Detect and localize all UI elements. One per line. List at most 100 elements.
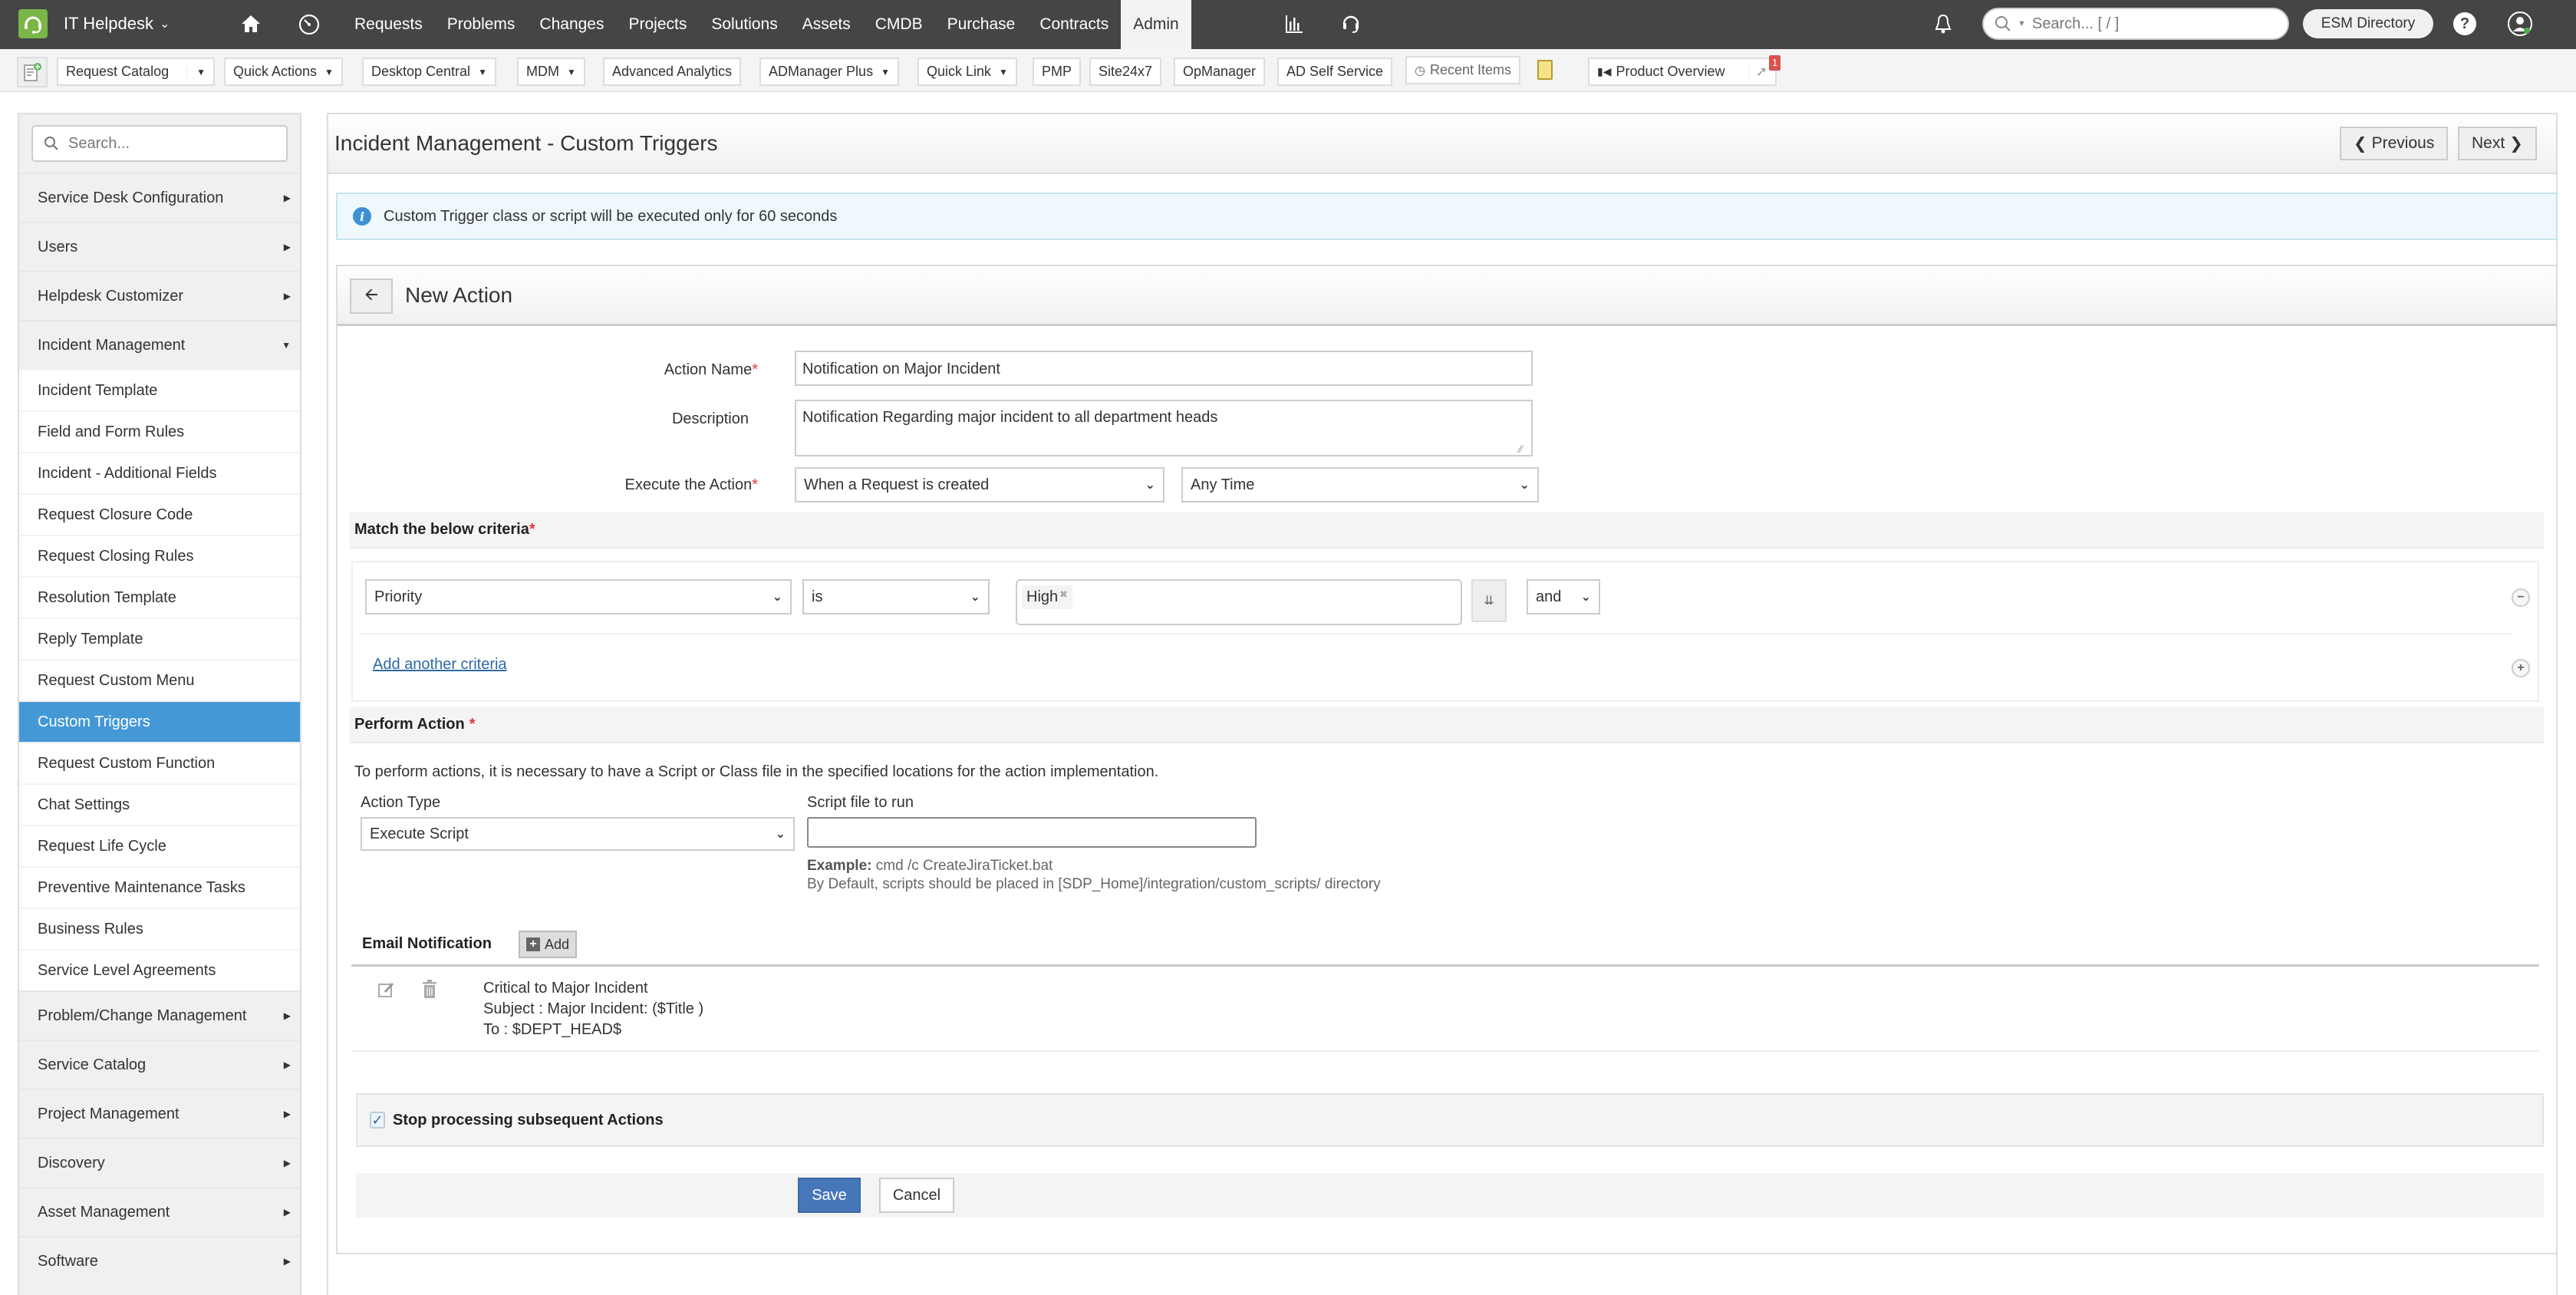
esm-directory-button[interactable]: ESM Directory [2303, 9, 2433, 38]
remove-criteria-minus-icon[interactable]: − [2512, 588, 2530, 607]
rocket-icon[interactable]: ➚ [1748, 64, 1767, 80]
sidebar-item-field-and-form-rules[interactable]: Field and Form Rules [19, 410, 300, 452]
resize-handle-icon[interactable]: ⁄⁄ [1519, 443, 1523, 455]
sidebar-group-users[interactable]: Users ▶ [19, 222, 300, 271]
description-textarea[interactable]: Notification Regarding major incident to… [795, 400, 1533, 456]
new-request-icon[interactable] [17, 57, 48, 87]
notification-subject: Subject : Major Incident: ($Title ) [483, 1000, 704, 1017]
sidebar-item-reply-template[interactable]: Reply Template [19, 618, 300, 659]
criteria-conjunction-select[interactable]: and ⌄ [1527, 579, 1600, 615]
nav-solutions[interactable]: Solutions [699, 0, 789, 49]
quick-link-dropdown[interactable]: Quick Link ▼ [917, 58, 1017, 86]
support-headset-icon[interactable] [1338, 11, 1364, 37]
sidebar-item-request-custom-function[interactable]: Request Custom Function [19, 742, 300, 783]
nav-purchase[interactable]: Purchase [935, 0, 1028, 49]
global-search-input[interactable]: ▼ Search... [ / ] [1982, 8, 2289, 40]
info-banner: i Custom Trigger class or script will be… [336, 193, 2558, 240]
advanced-analytics-link[interactable]: Advanced Analytics [603, 58, 742, 86]
opmanager-link[interactable]: OpManager [1174, 58, 1266, 86]
sidebar-group-software[interactable]: Software ▶ [19, 1236, 300, 1285]
cancel-button[interactable]: Cancel [879, 1178, 954, 1213]
save-button[interactable]: Save [798, 1178, 861, 1213]
sidebar-item-request-closure-code[interactable]: Request Closure Code [19, 493, 300, 535]
reports-chart-icon[interactable] [1281, 11, 1307, 37]
dashboard-gauge-icon[interactable] [296, 11, 322, 37]
app-switcher[interactable]: IT Helpdesk ⌄ [64, 14, 170, 34]
request-catalog-dropdown[interactable]: Request Catalog ▼ [57, 58, 215, 86]
sidebar-group-problem-change-management[interactable]: Problem/Change Management ▶ [19, 990, 300, 1040]
nav-admin[interactable]: Admin [1121, 0, 1191, 49]
sidebar-group-asset-management[interactable]: Asset Management ▶ [19, 1187, 300, 1236]
sidebar-item-chat-settings[interactable]: Chat Settings [19, 783, 300, 825]
sidebar-item-custom-triggers[interactable]: Custom Triggers [19, 700, 300, 742]
sidebar-item-resolution-template[interactable]: Resolution Template [19, 576, 300, 618]
ad-self-service-label: AD Self Service [1286, 64, 1384, 79]
sidebar-group-project-management[interactable]: Project Management ▶ [19, 1089, 300, 1138]
recent-items-button[interactable]: ◷ Recent Items [1405, 56, 1521, 84]
sidebar-group-helpdesk-customizer[interactable]: Helpdesk Customizer ▶ [19, 271, 300, 320]
delete-notification-icon[interactable] [422, 980, 437, 1003]
criteria-operator-select[interactable]: is ⌄ [802, 579, 990, 615]
help-icon[interactable]: ? [2452, 11, 2478, 37]
add-email-notification-button[interactable]: + Add [519, 931, 578, 958]
sidebar-item-service-level-agreements[interactable]: Service Level Agreements [19, 949, 300, 990]
pmp-label: PMP [1042, 64, 1072, 79]
sidebar-group-label: Discovery [38, 1154, 105, 1171]
sidebar-item-incident-additional-fields[interactable]: Incident - Additional Fields [19, 452, 300, 493]
nav-changes[interactable]: Changes [527, 0, 616, 49]
sidebar-group-service-catalog[interactable]: Service Catalog ▶ [19, 1040, 300, 1089]
stop-processing-checkbox[interactable]: ✓ [370, 1112, 385, 1129]
site24x7-link[interactable]: Site24x7 [1089, 58, 1162, 86]
sidebar-search-input[interactable]: Search... [31, 125, 288, 162]
sidebar-item-request-custom-menu[interactable]: Request Custom Menu [19, 659, 300, 700]
criteria-field-select[interactable]: Priority ⌄ [365, 579, 792, 615]
next-button[interactable]: Next ❯ [2458, 127, 2537, 160]
action-type-label: Action Type [361, 794, 441, 811]
sidebar-item-preventive-maintenance-tasks[interactable]: Preventive Maintenance Tasks [19, 866, 300, 908]
quick-actions-dropdown[interactable]: Quick Actions ▼ [224, 58, 343, 86]
search-icon [44, 137, 58, 150]
previous-button[interactable]: ❮ Previous [2340, 127, 2449, 160]
execute-when-select[interactable]: When a Request is created ⌄ [795, 467, 1164, 503]
search-scope-caret-icon[interactable]: ▼ [2018, 19, 2026, 28]
ad-self-service-link[interactable]: AD Self Service [1277, 58, 1393, 86]
product-overview-button[interactable]: ▮◀ Product Overview ➚ [1588, 58, 1777, 86]
mdm-dropdown[interactable]: MDM ▼ [517, 58, 585, 86]
caret-down-icon: ▼ [186, 66, 206, 77]
action-name-input[interactable]: Notification on Major Incident [795, 351, 1533, 386]
execute-time-select[interactable]: Any Time ⌄ [1181, 467, 1539, 503]
add-another-criteria-link[interactable]: Add another criteria [373, 656, 507, 674]
back-arrow-button[interactable]: 🡨 [350, 278, 393, 314]
user-avatar-icon[interactable] [2507, 11, 2533, 37]
nav-requests[interactable]: Requests [342, 0, 435, 49]
remove-tag-icon[interactable]: ✖ [1059, 588, 1068, 600]
admanager-plus-dropdown[interactable]: ADManager Plus ▼ [759, 58, 899, 86]
nav-problems[interactable]: Problems [435, 0, 528, 49]
action-type-select[interactable]: Execute Script ⌄ [361, 817, 795, 851]
home-icon[interactable] [238, 11, 264, 37]
nav-contracts[interactable]: Contracts [1027, 0, 1121, 49]
helpdesk-logo-icon[interactable] [18, 9, 48, 38]
nav-projects[interactable]: Projects [616, 0, 699, 49]
add-criteria-plus-icon[interactable]: + [2512, 659, 2530, 677]
nav-cmdb[interactable]: CMDB [863, 0, 935, 49]
criteria-value-multiselect[interactable]: High ✖ [1016, 579, 1462, 625]
desktop-central-dropdown[interactable]: Desktop Central ▼ [362, 58, 496, 86]
sidebar-group-service-desk-configuration[interactable]: Service Desk Configuration ▶ [19, 173, 300, 222]
sidebar-item-incident-template[interactable]: Incident Template [19, 369, 300, 410]
notification-count-badge: 1 [1769, 55, 1781, 71]
sidebar-group-discovery[interactable]: Discovery ▶ [19, 1138, 300, 1187]
notification-bell-icon[interactable] [1930, 11, 1956, 37]
caret-right-icon: ▶ [283, 1109, 291, 1119]
script-file-input[interactable] [807, 817, 1257, 848]
sidebar-item-request-closing-rules[interactable]: Request Closing Rules [19, 535, 300, 576]
nav-assets[interactable]: Assets [790, 0, 863, 49]
pmp-link[interactable]: PMP [1033, 58, 1082, 86]
sidebar-item-business-rules[interactable]: Business Rules [19, 908, 300, 949]
edit-notification-icon[interactable] [377, 981, 396, 1003]
value-picker-expand-button[interactable]: ⇊ [1471, 579, 1507, 622]
clipboard-notes-icon[interactable] [1537, 60, 1553, 80]
sidebar-item-request-life-cycle[interactable]: Request Life Cycle [19, 825, 300, 866]
action-heading: New Action [405, 283, 513, 307]
sidebar-group-incident-management[interactable]: Incident Management ▼ [19, 320, 300, 369]
